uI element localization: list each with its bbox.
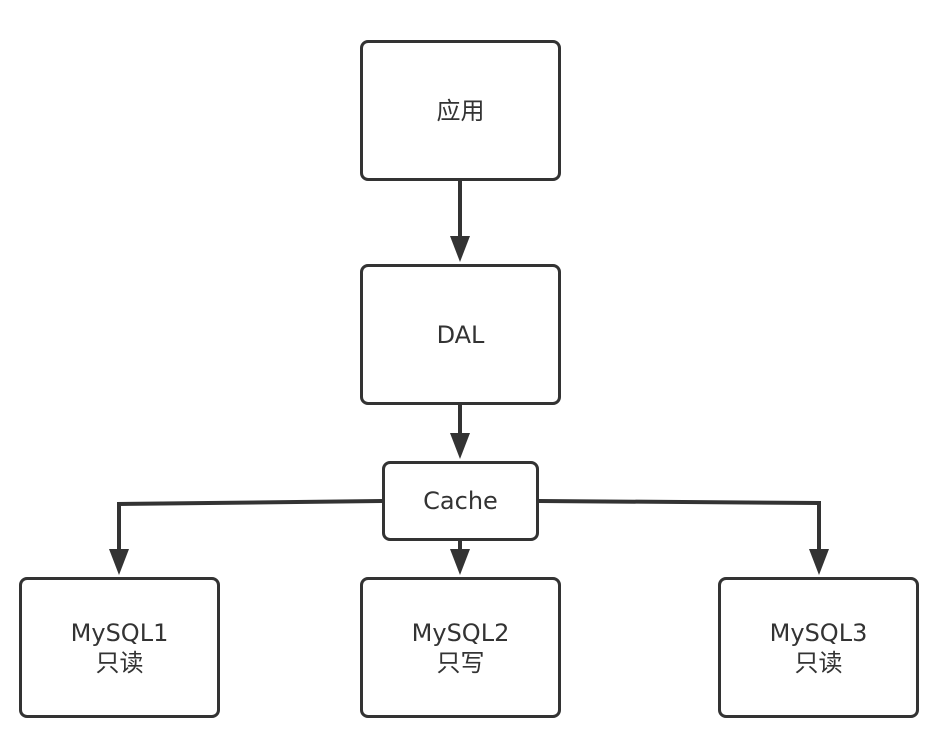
- node-mysql1[interactable]: MySQL1 只读: [19, 577, 220, 718]
- node-application-label: 应用: [436, 96, 485, 125]
- node-dal-label: DAL: [436, 320, 485, 349]
- node-mysql2-role: 只写: [436, 648, 485, 677]
- edge-cache-to-mysql3: [538, 499, 829, 575]
- node-mysql2-name: MySQL2: [411, 618, 510, 647]
- node-mysql2[interactable]: MySQL2 只写: [360, 577, 561, 718]
- node-cache-label: Cache: [423, 487, 498, 515]
- edge-app-to-dal: [450, 181, 470, 262]
- edge-cache-to-mysql2: [450, 541, 470, 575]
- node-dal[interactable]: DAL: [360, 264, 561, 405]
- edge-cache-to-mysql1: [109, 499, 383, 575]
- node-cache[interactable]: Cache: [382, 461, 539, 541]
- edge-dal-to-cache: [450, 405, 470, 459]
- node-mysql1-name: MySQL1: [70, 618, 169, 647]
- node-application[interactable]: 应用: [360, 40, 561, 181]
- node-mysql1-role: 只读: [95, 648, 144, 677]
- node-mysql3[interactable]: MySQL3 只读: [718, 577, 919, 718]
- node-mysql3-name: MySQL3: [769, 618, 868, 647]
- node-mysql3-role: 只读: [794, 648, 843, 677]
